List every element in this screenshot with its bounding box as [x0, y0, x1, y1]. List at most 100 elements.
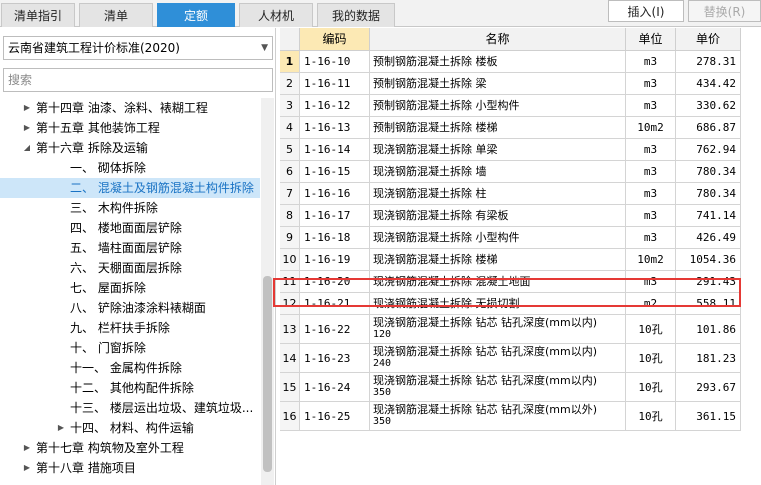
- cell-unit: m2: [626, 293, 676, 315]
- tab-labor-material-machine[interactable]: 人材机: [239, 3, 313, 27]
- cell-code: 1-16-21: [300, 293, 370, 315]
- tree-section-item[interactable]: ▶ 十四、 材料、构件运输: [0, 418, 260, 438]
- cell-name-main: 现浇钢筋混凝土拆除 钻芯 钻孔深度(mm以外): [373, 403, 598, 416]
- cell-price: 181.23: [676, 344, 741, 373]
- row-number: 5: [280, 139, 300, 161]
- cell-price: 558.11: [676, 293, 741, 315]
- tab-my-data[interactable]: 我的数据: [317, 3, 395, 27]
- row-number: 10: [280, 249, 300, 271]
- column-header-unit[interactable]: 单位: [626, 28, 676, 51]
- tree-section-item[interactable]: 十一、 金属构件拆除: [0, 358, 260, 378]
- collapsed-arrow-icon[interactable]: ▶: [22, 118, 32, 138]
- row-number: 13: [280, 315, 300, 344]
- cell-code: 1-16-23: [300, 344, 370, 373]
- row-number: 6: [280, 161, 300, 183]
- tree-chapter-item[interactable]: ◢ 第十六章 拆除及运输: [0, 138, 260, 158]
- tree-chapter-item[interactable]: ▶ 第十八章 措施项目: [0, 458, 260, 478]
- tree-item-label: 四、 楼地面面层铲除: [70, 221, 182, 235]
- chapter-tree: ▶ 第十四章 油漆、涂料、裱糊工程 ▶ 第十五章 其他装饰工程 ◢ 第十六章 拆除及运输一…: [0, 98, 260, 485]
- cell-price: 361.15: [676, 402, 741, 431]
- tree-item-label: 二、 混凝土及钢筋混凝土构件拆除: [70, 181, 254, 195]
- cell-code: 1-16-11: [300, 73, 370, 95]
- tree-section-item[interactable]: 八、 铲除油漆涂料裱糊面: [0, 298, 260, 318]
- cell-name-main: 现浇钢筋混凝土拆除 钻芯 钻孔深度(mm以内): [373, 316, 598, 329]
- tree-item-label: 十二、 其他构配件拆除: [70, 381, 194, 395]
- cell-price: 762.94: [676, 139, 741, 161]
- insert-button[interactable]: 插入(I): [608, 0, 684, 22]
- cell-code: 1-16-25: [300, 402, 370, 431]
- cell-unit: m3: [626, 95, 676, 117]
- tab-quota[interactable]: 定额: [157, 3, 235, 27]
- replace-button[interactable]: 替换(R): [688, 0, 761, 22]
- tree-chapter-item[interactable]: ▶ 第十五章 其他装饰工程: [0, 118, 260, 138]
- row-number: 16: [280, 402, 300, 431]
- tree-item-label: 七、 屋面拆除: [70, 281, 146, 295]
- tree-section-item[interactable]: 六、 天棚面面层拆除: [0, 258, 260, 278]
- cell-code: 1-16-18: [300, 227, 370, 249]
- cell-unit: m3: [626, 161, 676, 183]
- cell-name: 预制钢筋混凝土拆除 楼板: [370, 51, 626, 73]
- tree-scrollbar[interactable]: [261, 98, 274, 485]
- cell-price: 780.34: [676, 161, 741, 183]
- cell-code: 1-16-16: [300, 183, 370, 205]
- tab-bill[interactable]: 清单: [79, 3, 153, 27]
- cell-unit: m3: [626, 205, 676, 227]
- cell-name: 现浇钢筋混凝土拆除 钻芯 钻孔深度(mm以内) 350: [370, 373, 626, 402]
- tree-section-item[interactable]: 五、 墙柱面面层铲除: [0, 238, 260, 258]
- cell-name: 现浇钢筋混凝土拆除 有梁板: [370, 205, 626, 227]
- cell-name: 现浇钢筋混凝土拆除 墙: [370, 161, 626, 183]
- row-number: 9: [280, 227, 300, 249]
- tree-item-label: 第十八章 措施项目: [36, 461, 136, 475]
- tree-item-label: 第十四章 油漆、涂料、裱糊工程: [36, 101, 208, 115]
- quota-library-panel: 云南省建筑工程计价标准(2020) ▼ ▶ 第十四章 油漆、涂料、裱糊工程 ▶ 第十五…: [0, 28, 276, 485]
- cell-unit: 10孔: [626, 373, 676, 402]
- library-select-value: 云南省建筑工程计价标准(2020): [8, 41, 180, 55]
- collapsed-arrow-icon[interactable]: ▶: [22, 458, 32, 478]
- tree-section-item[interactable]: 二、 混凝土及钢筋混凝土构件拆除: [0, 178, 260, 198]
- tree-section-item[interactable]: 九、 栏杆扶手拆除: [0, 318, 260, 338]
- tree-section-item[interactable]: 十二、 其他构配件拆除: [0, 378, 260, 398]
- tree-item-label: 一、 砌体拆除: [70, 161, 146, 175]
- tree-section-item[interactable]: 三、 木构件拆除: [0, 198, 260, 218]
- cell-name: 现浇钢筋混凝土拆除 钻芯 钻孔深度(mm以外) 350: [370, 402, 626, 431]
- cell-price: 330.62: [676, 95, 741, 117]
- collapsed-arrow-icon[interactable]: ▶: [22, 98, 32, 118]
- cell-unit: 10孔: [626, 344, 676, 373]
- chevron-down-icon: ▼: [261, 43, 268, 53]
- collapsed-arrow-icon[interactable]: ▶: [22, 438, 32, 458]
- cell-unit: 10m2: [626, 117, 676, 139]
- cell-unit: m3: [626, 183, 676, 205]
- tree-section-item[interactable]: 七、 屋面拆除: [0, 278, 260, 298]
- tab-bill-guide[interactable]: 清单指引: [1, 3, 75, 27]
- tree-section-item[interactable]: 十三、 楼层运出垃圾、建筑垃圾...: [0, 398, 260, 418]
- tree-section-item[interactable]: 四、 楼地面面层铲除: [0, 218, 260, 238]
- cell-code: 1-16-15: [300, 161, 370, 183]
- tree-section-item[interactable]: 十、 门窗拆除: [0, 338, 260, 358]
- cell-unit: 10孔: [626, 402, 676, 431]
- cell-name: 现浇钢筋混凝土拆除 混凝土地面: [370, 271, 626, 293]
- search-input[interactable]: [3, 68, 273, 92]
- column-header-name[interactable]: 名称: [370, 28, 626, 51]
- row-number-header: [280, 28, 300, 51]
- library-select[interactable]: 云南省建筑工程计价标准(2020) ▼: [3, 36, 273, 60]
- cell-price: 293.67: [676, 373, 741, 402]
- cell-name: 现浇钢筋混凝土拆除 钻芯 钻孔深度(mm以内) 120: [370, 315, 626, 344]
- tree-section-item[interactable]: 一、 砌体拆除: [0, 158, 260, 178]
- top-tab-bar: 清单指引 清单 定额 人材机 我的数据 插入(I) 替换(R): [0, 0, 761, 27]
- tree-item-label: 第十七章 构筑物及室外工程: [36, 441, 184, 455]
- scrollbar-thumb[interactable]: [263, 276, 272, 472]
- row-number: 14: [280, 344, 300, 373]
- cell-price: 780.34: [676, 183, 741, 205]
- tree-item-label: 三、 木构件拆除: [70, 201, 158, 215]
- cell-name: 现浇钢筋混凝土拆除 柱: [370, 183, 626, 205]
- column-header-code[interactable]: 编码: [300, 28, 370, 51]
- collapsed-arrow-icon[interactable]: ▶: [56, 418, 66, 438]
- tree-chapter-item[interactable]: ▶ 第十七章 构筑物及室外工程: [0, 438, 260, 458]
- expanded-arrow-icon[interactable]: ◢: [22, 138, 32, 158]
- cell-unit: 10m2: [626, 249, 676, 271]
- cell-name-sub: 350: [373, 416, 392, 427]
- cell-name-sub: 350: [373, 387, 392, 398]
- tree-chapter-item[interactable]: ▶ 第十四章 油漆、涂料、裱糊工程: [0, 98, 260, 118]
- tree-item-label: 第十六章 拆除及运输: [36, 141, 148, 155]
- column-header-price[interactable]: 单价: [676, 28, 741, 51]
